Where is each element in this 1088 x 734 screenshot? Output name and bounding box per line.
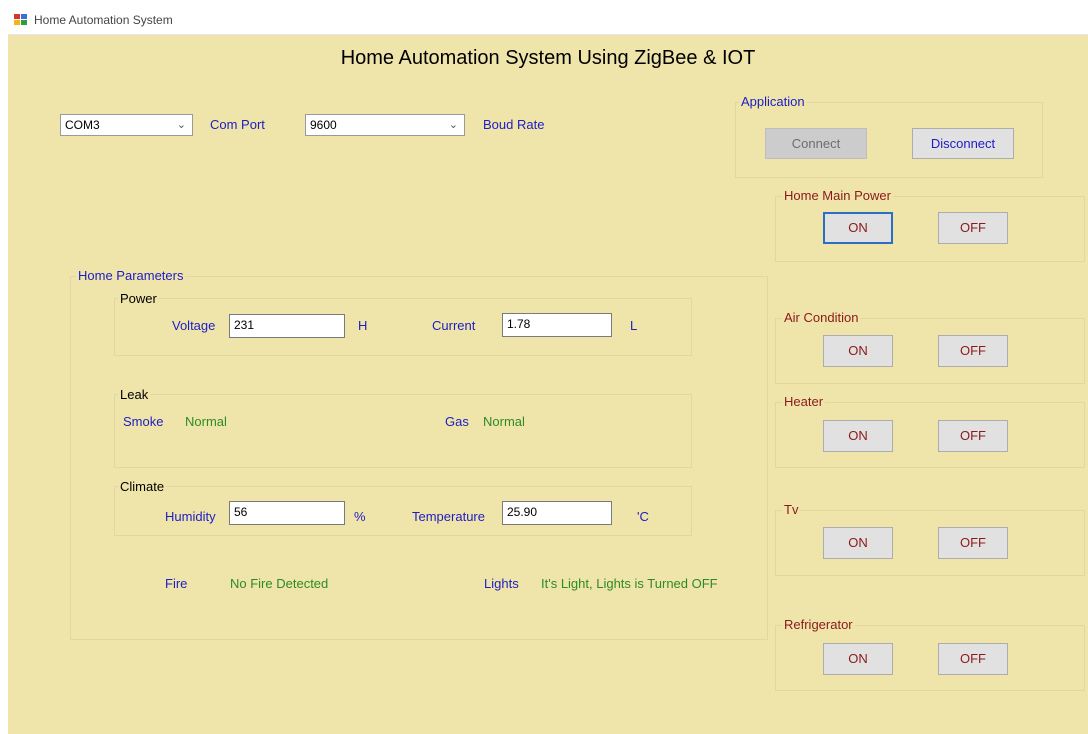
heater-on-button[interactable]: ON bbox=[823, 420, 893, 452]
disconnect-button[interactable]: Disconnect bbox=[912, 128, 1014, 159]
current-field[interactable]: 1.78 bbox=[502, 313, 612, 337]
air-condition-off-button[interactable]: OFF bbox=[938, 335, 1008, 367]
current-flag: L bbox=[630, 318, 638, 333]
current-label: Current bbox=[432, 318, 476, 333]
heater-group bbox=[775, 402, 1085, 468]
climate-title: Climate bbox=[118, 479, 167, 494]
power-title: Power bbox=[118, 291, 159, 306]
leak-title: Leak bbox=[118, 387, 151, 402]
baud-rate-label: Boud Rate bbox=[483, 117, 545, 132]
refrigerator-group bbox=[775, 625, 1085, 691]
chevron-down-icon: ⌄ bbox=[176, 119, 186, 131]
window-title: Home Automation System bbox=[34, 13, 173, 27]
tv-on-button[interactable]: ON bbox=[823, 527, 893, 559]
air-condition-on-button[interactable]: ON bbox=[823, 335, 893, 367]
voltage-field[interactable]: 231 bbox=[229, 314, 345, 338]
com-port-value: COM3 bbox=[65, 118, 100, 132]
smoke-label: Smoke bbox=[123, 414, 164, 429]
heater-off-button[interactable]: OFF bbox=[938, 420, 1008, 452]
refrigerator-off-button[interactable]: OFF bbox=[938, 643, 1008, 675]
home-main-power-off-button[interactable]: OFF bbox=[938, 212, 1008, 244]
fire-label: Fire bbox=[165, 576, 188, 591]
application-group-title: Application bbox=[739, 94, 807, 109]
main-window: Home Automation System Home Automation S… bbox=[8, 0, 1088, 734]
temperature-field[interactable]: 25.90 bbox=[502, 501, 612, 525]
baud-rate-value: 9600 bbox=[310, 118, 337, 132]
air-condition-title: Air Condition bbox=[782, 310, 861, 325]
humidity-unit: % bbox=[354, 509, 366, 524]
chevron-down-icon: ⌄ bbox=[448, 119, 458, 131]
heater-title: Heater bbox=[782, 394, 826, 409]
temperature-unit: 'C bbox=[637, 509, 649, 524]
temperature-label: Temperature bbox=[412, 509, 485, 524]
lights-status: It's Light, Lights is Turned OFF bbox=[541, 576, 718, 591]
home-main-power-on-button[interactable]: ON bbox=[823, 212, 893, 244]
connect-button[interactable]: Connect bbox=[765, 128, 867, 159]
home-main-power-title: Home Main Power bbox=[782, 188, 893, 203]
humidity-label: Humidity bbox=[165, 509, 216, 524]
title-bar: Home Automation System bbox=[8, 0, 1088, 35]
tv-title: Tv bbox=[782, 502, 801, 517]
leak-group bbox=[114, 394, 692, 468]
voltage-flag: H bbox=[358, 318, 368, 333]
page-heading: Home Automation System Using ZigBee & IO… bbox=[340, 47, 756, 69]
tv-group bbox=[775, 510, 1085, 576]
smoke-status: Normal bbox=[185, 414, 227, 429]
fire-status: No Fire Detected bbox=[230, 576, 329, 591]
refrigerator-on-button[interactable]: ON bbox=[823, 643, 893, 675]
humidity-field[interactable]: 56 bbox=[229, 501, 345, 525]
air-condition-group bbox=[775, 318, 1085, 384]
refrigerator-title: Refrigerator bbox=[782, 617, 855, 632]
com-port-select[interactable]: COM3 ⌄ bbox=[60, 114, 193, 136]
voltage-label: Voltage bbox=[172, 318, 216, 333]
baud-rate-select[interactable]: 9600 ⌄ bbox=[305, 114, 465, 136]
lights-label: Lights bbox=[484, 576, 519, 591]
home-parameters-title: Home Parameters bbox=[76, 268, 186, 283]
gas-label: Gas bbox=[445, 414, 469, 429]
gas-status: Normal bbox=[483, 414, 525, 429]
tv-off-button[interactable]: OFF bbox=[938, 527, 1008, 559]
com-port-label: Com Port bbox=[210, 117, 265, 132]
home-main-power-group bbox=[775, 196, 1085, 262]
app-icon bbox=[14, 14, 28, 26]
